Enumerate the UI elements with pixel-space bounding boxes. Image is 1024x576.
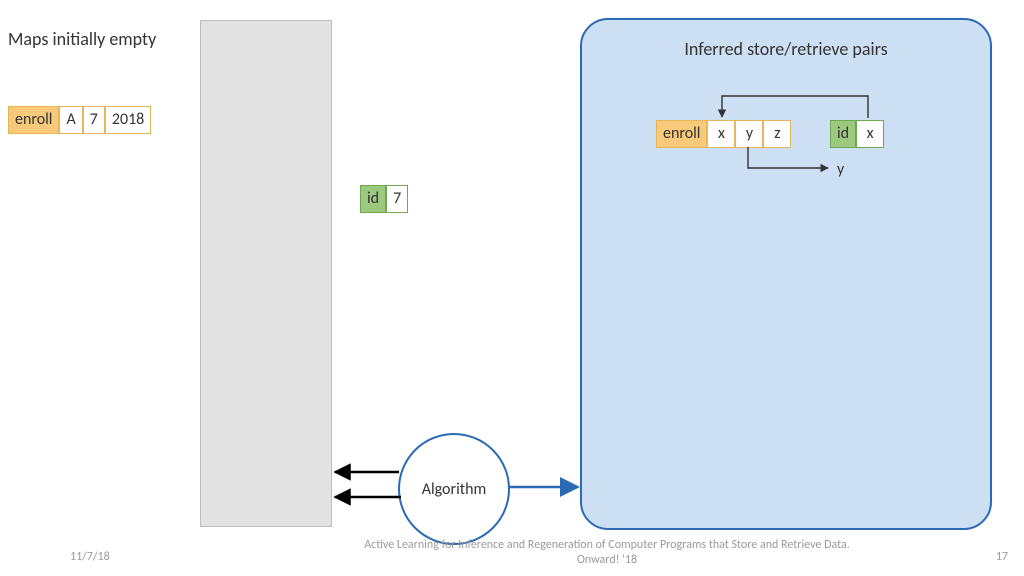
panel-title: Inferred store/retrieve pairs xyxy=(582,38,990,60)
panel-enroll-label: enroll xyxy=(656,120,707,148)
panel-enroll-z: z xyxy=(763,120,791,148)
grey-column xyxy=(200,20,332,527)
caption-maps-empty: Maps initially empty xyxy=(8,28,156,50)
panel-id-x: x xyxy=(856,120,884,148)
panel-id-label: id xyxy=(830,120,856,148)
algorithm-label: Algorithm xyxy=(422,480,487,499)
footer-date: 11/7/18 xyxy=(70,550,110,564)
enroll-arg-b: 7 xyxy=(83,106,105,134)
enroll-arg-a: A xyxy=(59,106,82,134)
panel-enroll-y: y xyxy=(735,120,763,148)
enroll-arg-c: 2018 xyxy=(105,106,151,134)
panel-output-y: y xyxy=(837,160,844,179)
inferred-panel: Inferred store/retrieve pairs enroll x y… xyxy=(580,18,992,530)
footer-page: 17 xyxy=(996,550,1008,564)
id-value: 7 xyxy=(386,185,408,213)
algorithm-node: Algorithm xyxy=(398,433,510,545)
footer-title: Active Learning for Inference and Regene… xyxy=(350,538,864,568)
id-label: id xyxy=(360,185,386,213)
enroll-example: enroll A 7 2018 xyxy=(8,106,151,134)
panel-enroll: enroll x y z xyxy=(656,120,791,148)
slide-stage: { "header": { "maps_empty": "Maps initia… xyxy=(0,0,1024,576)
panel-id: id x xyxy=(830,120,884,148)
enroll-label: enroll xyxy=(8,106,59,134)
id-example: id 7 xyxy=(360,185,408,213)
panel-enroll-x: x xyxy=(707,120,735,148)
